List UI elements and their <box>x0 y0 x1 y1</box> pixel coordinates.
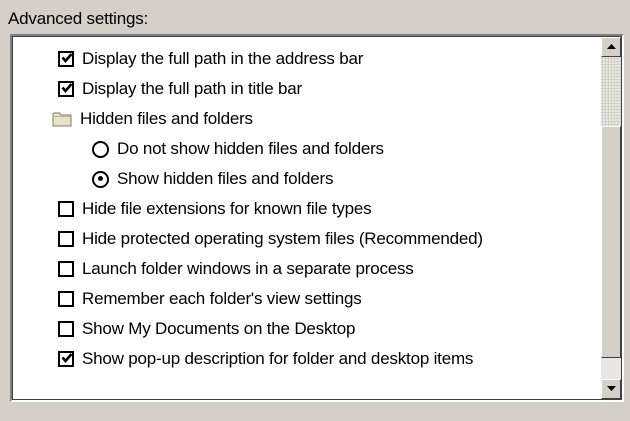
scroll-track[interactable] <box>601 57 621 126</box>
checkbox-item[interactable]: Display the full path in title bar <box>58 77 302 101</box>
checkbox-unchecked[interactable] <box>58 201 74 217</box>
settings-items: Display the full path in the address bar… <box>12 36 596 400</box>
checkbox-checked[interactable] <box>58 51 74 67</box>
checkbox-item[interactable]: Show pop-up description for folder and d… <box>58 347 473 371</box>
checkbox-item[interactable]: Hide protected operating system files (R… <box>58 227 483 251</box>
scroll-thumb[interactable] <box>601 126 621 358</box>
advanced-settings-label: Advanced settings: <box>8 9 149 28</box>
checkmark-icon <box>61 53 73 63</box>
item-label: Hide file extensions for known file type… <box>82 199 372 218</box>
item-label: Launch folder windows in a separate proc… <box>82 259 414 278</box>
checkbox-unchecked[interactable] <box>58 231 74 247</box>
checkbox-checked[interactable] <box>58 351 74 367</box>
scroll-up-button[interactable] <box>601 37 621 57</box>
item-label: Remember each folder's view settings <box>82 289 362 308</box>
checkmark-icon <box>61 353 73 363</box>
scroll-down-button[interactable] <box>601 379 621 399</box>
checkbox-unchecked[interactable] <box>58 321 74 337</box>
radio-item[interactable]: Show hidden files and folders <box>92 167 333 191</box>
checkbox-item[interactable]: Launch folder windows in a separate proc… <box>58 257 414 281</box>
radio-item[interactable]: Do not show hidden files and folders <box>92 137 384 161</box>
checkbox-item[interactable]: Hide file extensions for known file type… <box>58 197 372 221</box>
item-label: Show My Documents on the Desktop <box>82 319 356 338</box>
item-label: Show hidden files and folders <box>117 169 334 188</box>
advanced-settings-list[interactable]: Display the full path in the address bar… <box>10 34 624 402</box>
checkbox-item[interactable]: Display the full path in the address bar <box>58 47 363 71</box>
item-label: Hidden files and folders <box>80 109 253 128</box>
arrow-down-icon <box>607 386 616 391</box>
radio-unselected[interactable] <box>92 140 109 158</box>
checkbox-item[interactable]: Show My Documents on the Desktop <box>58 317 355 341</box>
folder-group-item: Hidden files and folders <box>52 107 253 131</box>
item-label: Display the full path in the address bar <box>82 49 364 68</box>
checkbox-unchecked[interactable] <box>58 291 74 307</box>
radio-selected[interactable] <box>92 170 109 188</box>
vertical-scrollbar[interactable] <box>601 37 621 399</box>
item-label: Hide protected operating system files (R… <box>82 229 483 248</box>
checkbox-checked[interactable] <box>58 81 74 97</box>
checkbox-unchecked[interactable] <box>58 261 74 277</box>
item-label: Show pop-up description for folder and d… <box>82 349 474 368</box>
checkmark-icon <box>61 83 73 93</box>
checkbox-item[interactable]: Remember each folder's view settings <box>58 287 362 311</box>
radio-dot-icon <box>97 176 103 181</box>
arrow-up-icon <box>607 44 616 49</box>
item-label: Do not show hidden files and folders <box>117 139 384 158</box>
item-label: Display the full path in title bar <box>82 79 302 98</box>
folder-icon <box>52 111 72 127</box>
